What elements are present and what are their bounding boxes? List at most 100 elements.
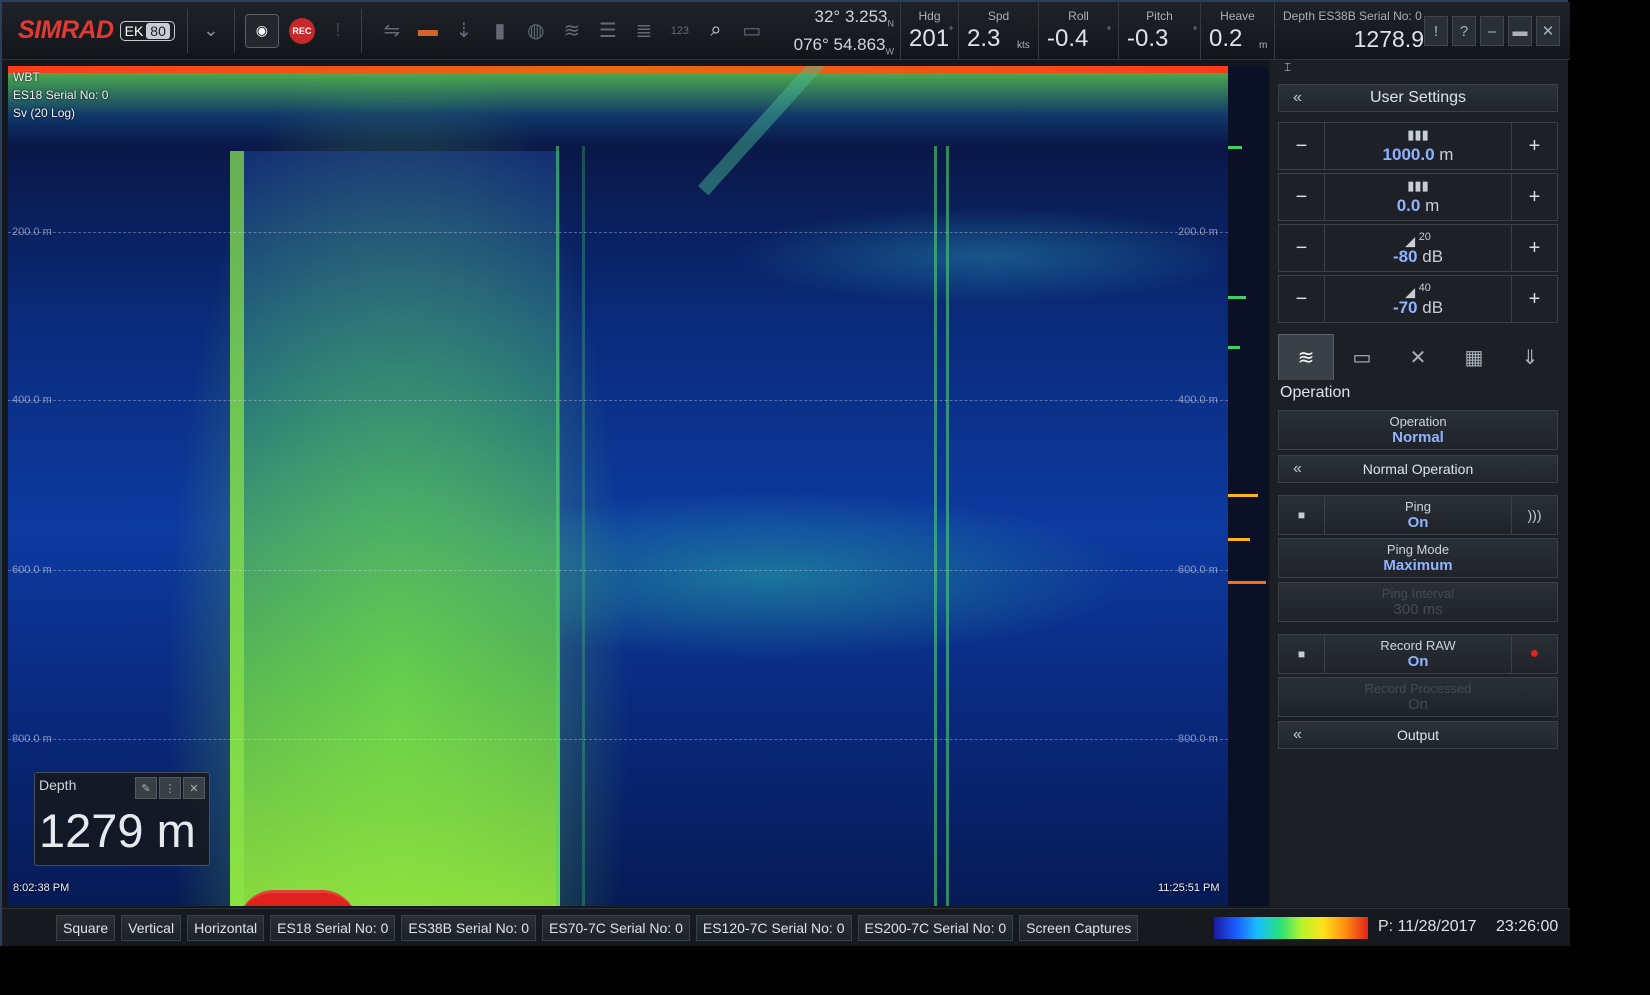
- depth-gridline: [8, 400, 1228, 401]
- start-decrease-button[interactable]: −: [1279, 174, 1325, 220]
- close-icon[interactable]: ✕: [183, 777, 205, 799]
- battery-icon[interactable]: ▭: [736, 15, 768, 47]
- depth-label-left: 600.0 m: [12, 564, 52, 576]
- minimize-button[interactable]: –: [1480, 16, 1504, 46]
- echogram-type: Sv (20 Log): [13, 106, 76, 120]
- toolbar-divider: [186, 8, 188, 53]
- view-tabs: Square Vertical Horizontal ES18 Serial N…: [56, 915, 1139, 941]
- maximize-button[interactable]: ▬: [1508, 16, 1532, 46]
- help-icon[interactable]: ?: [1452, 16, 1476, 46]
- section-title: Operation: [1280, 384, 1351, 401]
- range-value: 1000.0: [1382, 145, 1435, 164]
- ping-mode-button[interactable]: Ping Mode Maximum: [1278, 538, 1558, 578]
- start-increase-button[interactable]: +: [1511, 174, 1557, 220]
- tab-operation[interactable]: ≋: [1278, 334, 1334, 380]
- record-processed-button: Record Processed On: [1278, 677, 1558, 717]
- palette-icon[interactable]: ▬: [412, 15, 444, 47]
- tab-es18[interactable]: ES18 Serial No: 0: [270, 915, 396, 941]
- bar-chart-icon[interactable]: ▮: [484, 15, 516, 47]
- depth-label-right: 600.0 m: [1178, 564, 1218, 576]
- ping-toggle[interactable]: ■: [1279, 496, 1325, 534]
- histogram-bar: [1228, 581, 1266, 584]
- toolbar-icon-group: ⇋ ▬ ⇣ ▮ ◍ ≋ ☰ ≣ 123 ⌕ ▭: [376, 15, 768, 47]
- toolbar-divider: [360, 8, 362, 53]
- layers-icon[interactable]: ☰: [592, 15, 624, 47]
- top-toolbar: SIMRAD EK 80 ⌄ ◉ REC ! ⇋ ▬ ⇣ ▮ ◍ ≋ ☰ ≣ 12…: [2, 2, 1570, 60]
- sonar-ping-icon[interactable]: ))): [1511, 496, 1557, 534]
- tab-vertical[interactable]: Vertical: [121, 915, 182, 941]
- tab-square[interactable]: Square: [56, 915, 116, 941]
- magnifier-icon[interactable]: ⌕: [700, 15, 732, 47]
- echo-column-edge: [230, 151, 244, 906]
- tvg40-increase-button[interactable]: +: [1511, 276, 1557, 322]
- surface-layer: [8, 73, 1228, 143]
- ping-control: ■ Ping On ))): [1278, 495, 1558, 535]
- tab-display[interactable]: ▭: [1334, 334, 1390, 380]
- wrench-icon[interactable]: ✎: [135, 777, 157, 799]
- pin-icon[interactable]: ⌶: [1284, 60, 1291, 75]
- settings-panel: ⌶ « User Settings − ▮▮▮ 1000.0 m + − ▮▮▮…: [1270, 60, 1568, 908]
- start-range-control: − ▮▮▮ 0.0 m +: [1278, 173, 1558, 221]
- tab-es200[interactable]: ES200-7C Serial No: 0: [857, 915, 1014, 941]
- tab-es38b[interactable]: ES38B Serial No: 0: [401, 915, 537, 941]
- tvg40-decrease-button[interactable]: −: [1279, 276, 1325, 322]
- echogram-icon[interactable]: ≋: [556, 15, 588, 47]
- heading-readout: Hdg 201 °: [900, 2, 958, 60]
- user-settings-header[interactable]: « User Settings: [1278, 84, 1558, 112]
- ek80-window: SIMRAD EK 80 ⌄ ◉ REC ! ⇋ ▬ ⇣ ▮ ◍ ≋ ☰ ≣ 12…: [0, 0, 1570, 946]
- echo-stripe: [934, 146, 937, 906]
- tab-install[interactable]: ⇓: [1502, 334, 1558, 380]
- histogram-bar: [1228, 296, 1246, 299]
- chevron-left-icon: «: [1293, 460, 1302, 477]
- record-raw-toggle[interactable]: ■: [1279, 635, 1325, 673]
- chevron-double-down-icon[interactable]: ⌄: [194, 9, 228, 53]
- list-icon[interactable]: ⋮: [159, 777, 181, 799]
- tab-es70[interactable]: ES70-7C Serial No: 0: [542, 915, 690, 941]
- record-button[interactable]: REC: [288, 17, 315, 44]
- adjust-icon[interactable]: ⇣: [448, 15, 480, 47]
- tab-layout[interactable]: ▦: [1446, 334, 1502, 380]
- tab-screen-captures[interactable]: Screen Captures: [1019, 915, 1139, 941]
- position-readout: 32° 3.253N 076° 54.863W: [793, 7, 894, 57]
- swap-icon[interactable]: ⇋: [376, 15, 408, 47]
- echogram-start-time: 8:02:38 PM: [13, 882, 70, 894]
- tab-setup[interactable]: ✕: [1390, 334, 1446, 380]
- warning-icon[interactable]: !: [1424, 16, 1448, 46]
- panel-tabs: ≋ ▭ ✕ ▦ ⇓: [1278, 334, 1558, 380]
- range-increase-button[interactable]: +: [1511, 123, 1557, 169]
- echo-stripe: [946, 146, 949, 906]
- normal-operation-header[interactable]: « Normal Operation: [1278, 455, 1558, 483]
- surface-line: [8, 66, 1228, 73]
- depth-display-value: 1279 m: [39, 804, 196, 857]
- toolbar-divider: [233, 8, 235, 53]
- status-bar: Square Vertical Horizontal ES18 Serial N…: [2, 908, 1570, 946]
- digits-icon[interactable]: 123: [664, 15, 696, 47]
- tab-horizontal[interactable]: Horizontal: [187, 915, 265, 941]
- ping-interval-button: Ping Interval 300 ms: [1278, 582, 1558, 622]
- color-scale[interactable]: [1214, 917, 1368, 939]
- record-raw-control: ■ Record RAW On ●: [1278, 634, 1558, 674]
- range-decrease-button[interactable]: −: [1279, 123, 1325, 169]
- chevron-left-icon: «: [1293, 726, 1302, 743]
- output-header[interactable]: « Output: [1278, 721, 1558, 749]
- compass-icon[interactable]: ◍: [520, 15, 552, 47]
- tab-es120[interactable]: ES120-7C Serial No: 0: [695, 915, 852, 941]
- depth-gridline: [8, 739, 1228, 740]
- heave-readout: Heave 0.2 m: [1200, 2, 1274, 60]
- depth-label-right: 800.0 m: [1178, 733, 1218, 745]
- list-icon[interactable]: ≣: [628, 15, 660, 47]
- close-button[interactable]: ✕: [1536, 16, 1560, 46]
- ek80-logo: EK 80: [119, 20, 175, 41]
- tvg-ramp-icon: ◢ 40: [1405, 282, 1431, 300]
- operation-button[interactable]: Operation Normal: [1278, 410, 1558, 450]
- echogram-channel: ES18 Serial No: 0: [13, 88, 109, 102]
- tvg20-increase-button[interactable]: +: [1511, 225, 1557, 271]
- depth-display[interactable]: Depth ✎ ⋮ ✕ 1279 m: [34, 772, 210, 866]
- alert-icon[interactable]: !: [321, 9, 355, 53]
- histogram-bar: [1228, 494, 1258, 497]
- start-range-value: 0.0: [1396, 196, 1421, 215]
- status-date: P: 11/28/2017: [1378, 918, 1477, 935]
- tvg20-decrease-button[interactable]: −: [1279, 225, 1325, 271]
- camera-icon[interactable]: ◉: [244, 13, 279, 48]
- echogram-end-time: 11:25:51 PM: [1158, 882, 1220, 894]
